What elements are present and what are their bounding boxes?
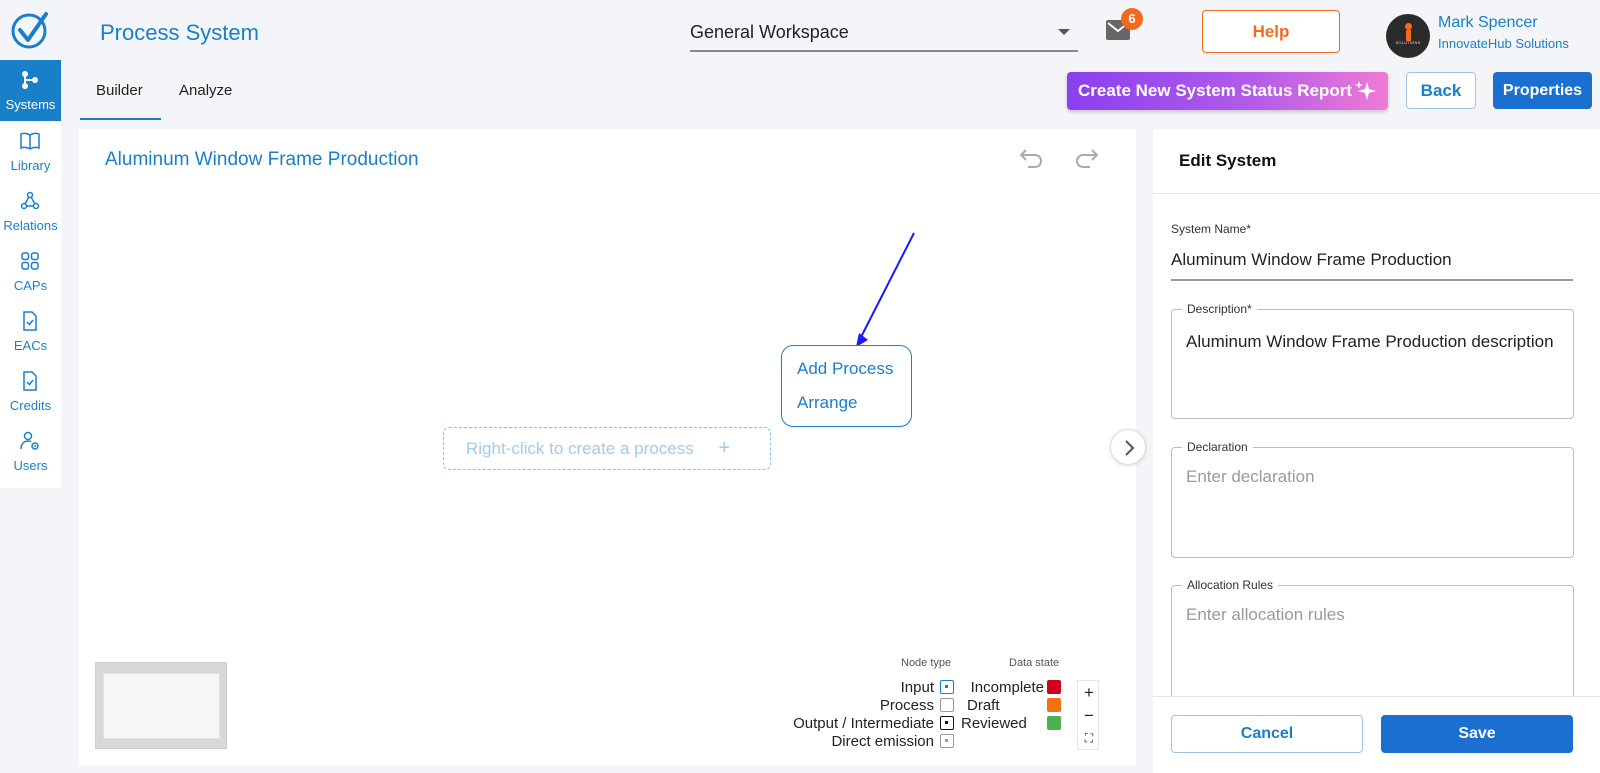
legend-state-draft: Draft [967, 697, 1000, 714]
avatar-logo-icon [1405, 23, 1412, 30]
builder-canvas[interactable]: Aluminum Window Frame Production Right-c… [79, 129, 1136, 765]
allocation-rules-placeholder: Enter allocation rules [1186, 605, 1345, 624]
canvas-title: Aluminum Window Frame Production [105, 149, 419, 170]
sidebar-item-eacs[interactable]: EACs [0, 301, 61, 362]
create-process-placeholder[interactable]: Right-click to create a process + [443, 427, 771, 470]
incomplete-swatch [1047, 680, 1061, 694]
sidebar-item-label: Relations [3, 218, 58, 233]
legend-state-incomplete: Incomplete [970, 679, 1044, 696]
chevron-down-icon [1058, 29, 1070, 35]
legend-node-process: Process [879, 697, 934, 714]
declaration-placeholder: Enter declaration [1186, 467, 1315, 486]
avatar-text: SOLUTIONS [1395, 40, 1421, 45]
save-button[interactable]: Save [1381, 715, 1573, 753]
legend-node-direct-emission: Direct emission [831, 733, 934, 750]
description-value: Aluminum Window Frame Production descrip… [1186, 332, 1554, 351]
doc-check-icon [23, 311, 37, 331]
undo-icon[interactable] [1018, 147, 1044, 169]
sidebar-item-label: Systems [5, 97, 56, 112]
redo-icon[interactable] [1074, 147, 1100, 169]
description-label-text: Description [1187, 302, 1248, 316]
systems-icon [22, 71, 38, 89]
create-report-label: Create New System Status Report [1078, 81, 1352, 100]
legend-node-output: Output / Intermediate [793, 715, 934, 732]
sparkle-icon [1355, 81, 1376, 100]
sidebar-item-library[interactable]: Library [0, 121, 61, 182]
cancel-button[interactable]: Cancel [1171, 715, 1363, 753]
required-mark: * [1247, 302, 1252, 316]
zoom-in-button[interactable]: + [1078, 681, 1100, 704]
description-field[interactable]: Description* Aluminum Window Frame Produ… [1171, 302, 1574, 419]
declaration-label: Declaration [1182, 440, 1253, 454]
top-bar: Process System General Workspace 6 Help … [0, 0, 1600, 60]
mail-count-badge: 6 [1121, 8, 1143, 30]
collapse-panel-button[interactable] [1110, 429, 1146, 465]
menu-item-arrange[interactable]: Arrange [797, 393, 857, 413]
properties-button[interactable]: Properties [1493, 72, 1592, 109]
tab-analyze[interactable]: Analyze [179, 82, 232, 99]
sidebar-item-label: CAPs [13, 278, 48, 293]
grid-icon [21, 252, 39, 270]
fit-view-button[interactable]: ⛶ [1078, 727, 1100, 750]
draft-swatch [1047, 698, 1061, 712]
minimap[interactable] [95, 662, 227, 749]
system-name-input[interactable]: Aluminum Window Frame Production [1171, 250, 1452, 270]
avatar[interactable]: SOLUTIONS [1386, 14, 1430, 58]
relations-icon [20, 191, 40, 210]
user-organization: InnovateHub Solutions [1438, 36, 1569, 51]
users-settings-icon [20, 431, 39, 450]
back-button[interactable]: Back [1406, 72, 1476, 109]
sidebar-item-relations[interactable]: Relations [0, 181, 61, 242]
sidebar-item-systems[interactable]: Systems [0, 60, 61, 121]
system-name-label-text: System Name [1171, 222, 1247, 236]
sidebar-item-credits[interactable]: Credits [0, 361, 61, 422]
minimap-viewport[interactable] [103, 673, 220, 739]
workspace-value: General Workspace [690, 22, 849, 42]
system-name-label: System Name* [1171, 222, 1251, 236]
legend-state-reviewed: Reviewed [961, 715, 1027, 732]
placeholder-text: Right-click to create a process [466, 439, 694, 458]
legend-node-type-title: Node type [901, 657, 952, 669]
app-logo-icon[interactable] [10, 10, 50, 50]
context-menu: Add Process Arrange [781, 345, 912, 427]
reviewed-swatch [1047, 716, 1061, 730]
chevron-right-icon [1125, 440, 1135, 456]
panel-header: Edit System [1153, 129, 1600, 194]
menu-item-add-process[interactable]: Add Process [797, 359, 893, 379]
app-title: Process System [100, 20, 259, 45]
sidebar-item-users[interactable]: Users [0, 421, 61, 482]
sidebar-item-label: Library [10, 158, 51, 173]
zoom-out-button[interactable]: − [1078, 704, 1100, 727]
sidebar-item-label: Users [13, 458, 48, 473]
sidebar-item-caps[interactable]: CAPs [0, 241, 61, 302]
sidebar-item-label: Credits [9, 398, 52, 413]
sidebar-item-label: EACs [13, 338, 48, 353]
annotation-arrow [856, 232, 915, 347]
declaration-field[interactable]: Declaration Enter declaration [1171, 440, 1574, 558]
active-tab-indicator [80, 118, 161, 120]
edit-system-panel: Edit System System Name* Aluminum Window… [1153, 129, 1600, 773]
tab-builder[interactable]: Builder [96, 82, 143, 99]
workspace-select[interactable]: General Workspace [690, 14, 1078, 52]
user-name[interactable]: Mark Spencer [1438, 14, 1538, 32]
sidebar: Systems Library Relations CAPs EACs Cred… [0, 60, 61, 488]
system-name-underline [1171, 279, 1573, 281]
required-mark: * [1246, 222, 1252, 236]
doc-check-icon [23, 371, 37, 391]
help-button[interactable]: Help [1202, 10, 1340, 53]
allocation-rules-label: Allocation Rules [1182, 578, 1279, 592]
allocation-rules-field[interactable]: Allocation Rules Enter allocation rules [1171, 578, 1574, 705]
panel-title: Edit System [1179, 151, 1277, 170]
legend-node-input: Input [900, 679, 934, 696]
create-report-button[interactable]: Create New System Status Report [1067, 72, 1388, 110]
plus-icon: + [718, 437, 730, 459]
book-icon [20, 132, 40, 150]
panel-footer: Cancel Save [1153, 696, 1600, 773]
zoom-controls: + − ⛶ [1077, 680, 1099, 750]
description-label: Description* [1182, 302, 1257, 316]
direct-emission-node-icon [940, 734, 954, 748]
legend-data-state-title: Data state [1009, 657, 1060, 669]
